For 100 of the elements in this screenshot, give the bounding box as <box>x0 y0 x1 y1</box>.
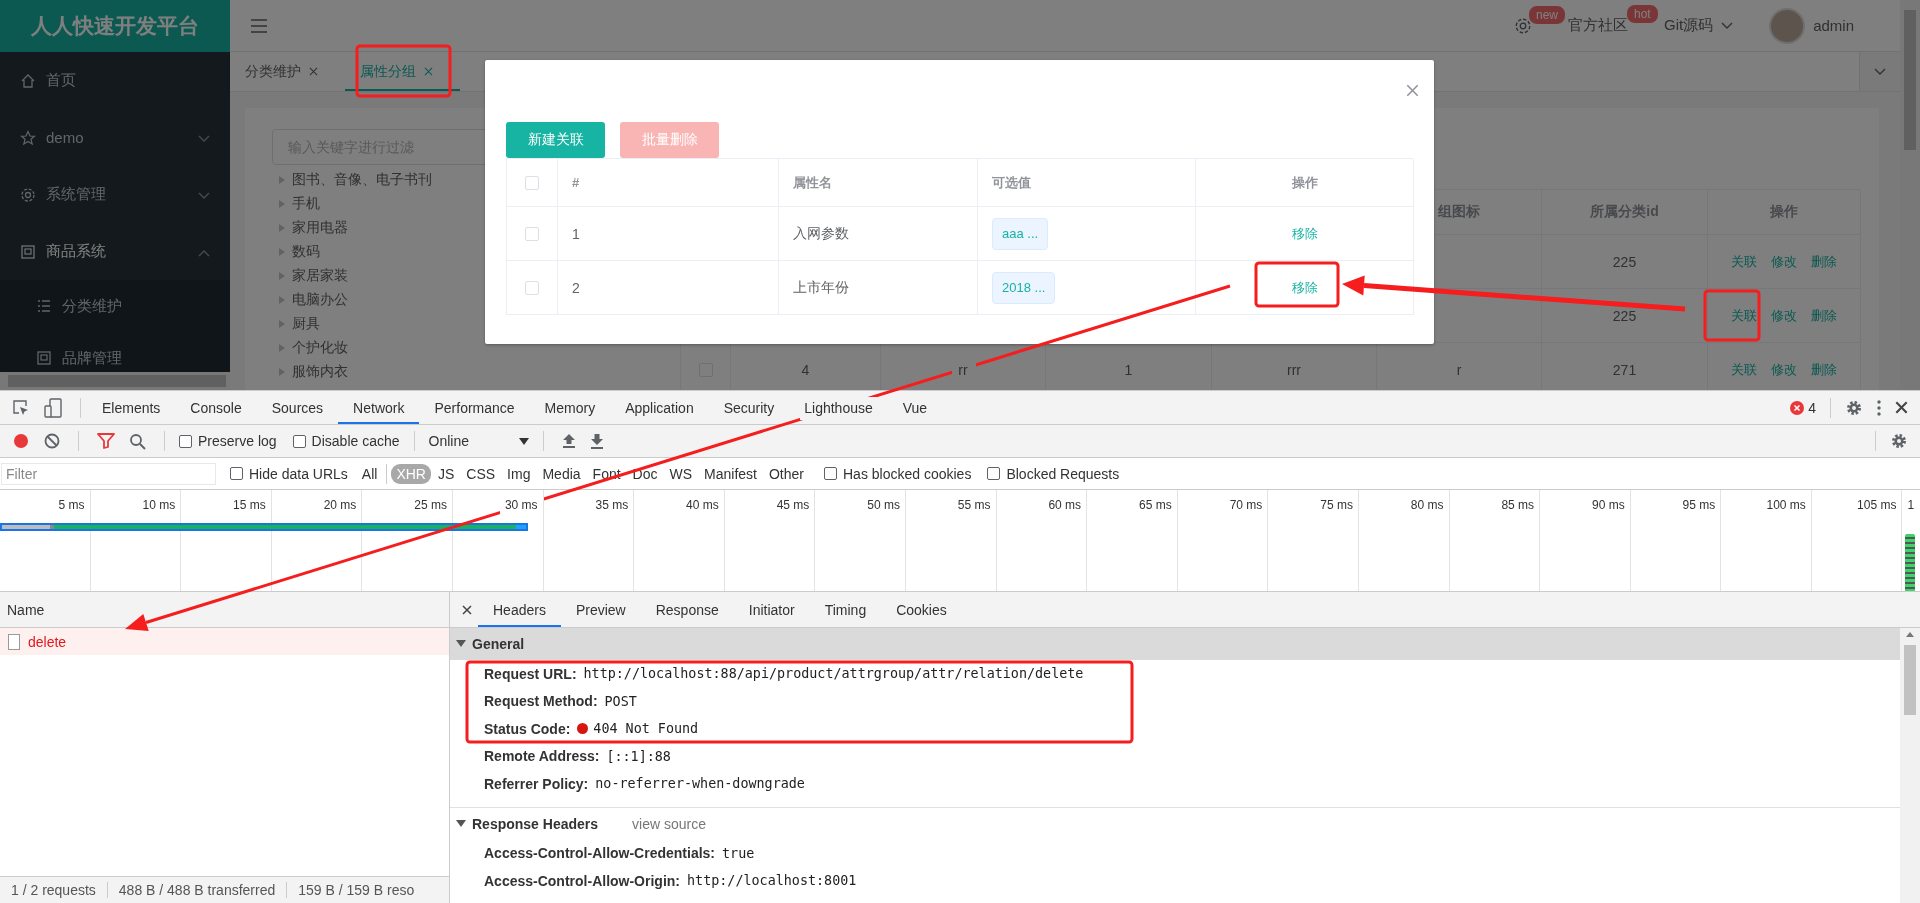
devtools-tab[interactable]: Security <box>708 391 790 424</box>
record-icon[interactable] <box>12 432 30 450</box>
type-filter[interactable]: Manifest <box>699 463 762 484</box>
clear-icon[interactable] <box>44 433 60 449</box>
devtools-tab[interactable]: Application <box>610 391 709 424</box>
type-filter[interactable]: Img <box>502 463 536 484</box>
view-source-link[interactable]: view source <box>632 815 706 832</box>
scrollbar[interactable] <box>0 372 230 390</box>
column-header: Name <box>7 601 45 618</box>
more-icon[interactable] <box>1877 399 1881 416</box>
tree-node[interactable]: 厨具 <box>292 315 320 333</box>
inspect-icon[interactable] <box>12 398 30 417</box>
sidebar-item[interactable]: 商品系统 <box>0 223 230 280</box>
tree-node[interactable]: 图书、音像、电子书刊 <box>292 171 432 189</box>
scrollbar[interactable] <box>1900 628 1920 903</box>
status-text: 159 B / 159 B reso <box>286 882 426 898</box>
throttling-select[interactable]: Online <box>420 433 537 449</box>
notification-badge: hot <box>1625 4 1659 24</box>
devtools-tab[interactable]: Memory <box>529 391 611 424</box>
sidebar-item[interactable]: 首页 <box>0 52 230 109</box>
checkbox[interactable] <box>292 434 306 448</box>
new-relation-button[interactable]: 新建关联 <box>506 122 605 158</box>
home-icon <box>20 72 36 89</box>
checkbox[interactable] <box>987 467 1001 480</box>
tree-node[interactable]: 家居家装 <box>292 267 348 285</box>
remove-link[interactable]: 移除 <box>1291 224 1318 243</box>
devtools-tab[interactable]: Elements <box>87 391 176 424</box>
detail-tab[interactable]: Cookies <box>881 592 962 627</box>
filter-icon[interactable] <box>97 433 115 449</box>
sidebar-item[interactable]: 分类维护 <box>0 280 230 332</box>
remove-link[interactable]: 移除 <box>1291 278 1318 297</box>
settings-icon[interactable] <box>1513 16 1532 35</box>
tree-node[interactable]: 个护化妆 <box>292 339 348 357</box>
header-link[interactable]: Git源码 <box>1663 16 1734 35</box>
sidebar-item[interactable]: 系统管理 <box>0 166 230 223</box>
devtools-tab[interactable]: Vue <box>887 391 943 424</box>
sidebar-item[interactable]: 品牌管理 <box>0 332 230 372</box>
detail-tab[interactable]: Headers <box>478 592 561 627</box>
close-icon[interactable] <box>462 604 472 615</box>
scrollbar-thumb[interactable] <box>1904 645 1916 715</box>
tree-node[interactable]: 服饰内衣 <box>292 363 348 381</box>
header-key: Access-Control-Allow-Origin: <box>484 872 680 889</box>
value-tag: aaa ... <box>992 217 1049 250</box>
tree-node[interactable]: 电脑办公 <box>292 291 348 309</box>
detail-tab[interactable]: Preview <box>560 592 641 627</box>
header-value: 404 Not Found <box>593 721 699 737</box>
checkbox[interactable] <box>179 434 192 448</box>
devtools-tab[interactable]: Console <box>175 391 257 424</box>
page-tab[interactable]: 分类维护 <box>230 52 345 91</box>
time-tick: 75 ms <box>1320 498 1353 512</box>
time-tick: 5 ms <box>58 498 85 512</box>
devtools-tab[interactable]: Lighthouse <box>789 391 888 424</box>
header-link[interactable]: 官方社区 <box>1567 16 1628 35</box>
tree-node[interactable]: 家用电器 <box>292 219 348 237</box>
avatar[interactable] <box>1769 7 1806 44</box>
download-icon[interactable] <box>590 433 604 449</box>
request-row[interactable]: delete <box>0 628 449 655</box>
error-counter[interactable]: 4 <box>1790 399 1816 416</box>
devtools-tab[interactable]: Performance <box>419 391 530 424</box>
header-value: true <box>722 845 755 861</box>
time-tick: 35 ms <box>595 498 629 512</box>
detail-tab[interactable]: Timing <box>809 592 882 627</box>
sidebar-item[interactable]: demo <box>0 109 230 166</box>
type-filter[interactable]: XHR <box>391 463 431 484</box>
upload-icon[interactable] <box>562 433 576 449</box>
settings-icon[interactable] <box>1845 398 1863 417</box>
table-cell: 入网参数 <box>793 224 849 243</box>
document-icon <box>36 350 52 366</box>
menu-icon[interactable] <box>250 17 268 34</box>
section-title[interactable]: General <box>472 636 525 652</box>
tree-node[interactable]: 数码 <box>292 243 320 261</box>
checkbox[interactable] <box>824 467 837 480</box>
devtools-tab[interactable]: Sources <box>256 391 339 424</box>
expand-arrow-icon[interactable] <box>456 640 466 648</box>
column-header: 属性名 <box>793 173 832 192</box>
type-filter[interactable]: WS <box>664 463 698 484</box>
checkbox[interactable] <box>230 467 243 480</box>
header-value: no-referrer-when-downgrade <box>595 776 805 792</box>
type-filter[interactable]: CSS <box>461 463 501 484</box>
tree-node[interactable]: 手机 <box>292 195 320 213</box>
devtools-tab[interactable]: Network <box>338 391 420 424</box>
scrollbar[interactable] <box>1900 0 1920 390</box>
close-icon[interactable] <box>1895 401 1908 414</box>
time-tick: 20 ms <box>323 498 357 512</box>
type-filter[interactable]: Other <box>764 463 809 484</box>
settings-icon[interactable] <box>1890 432 1908 450</box>
type-filter[interactable]: Media <box>537 463 586 484</box>
section-title[interactable]: Response Headers <box>472 815 599 832</box>
type-filter[interactable]: All <box>356 463 383 484</box>
detail-tab[interactable]: Initiator <box>733 592 810 627</box>
filter-field[interactable]: Filter <box>1 462 216 485</box>
search-icon[interactable] <box>129 432 146 450</box>
type-filter[interactable]: JS <box>432 463 460 484</box>
checkbox-label: Hide data URLs <box>249 465 348 482</box>
device-icon[interactable] <box>44 397 62 418</box>
caret-icon <box>1721 21 1734 30</box>
detail-tab[interactable]: Response <box>640 592 734 627</box>
expand-arrow-icon[interactable] <box>456 819 466 828</box>
table-cell: 225 <box>1542 289 1708 343</box>
time-tick: 10 ms <box>142 498 176 512</box>
